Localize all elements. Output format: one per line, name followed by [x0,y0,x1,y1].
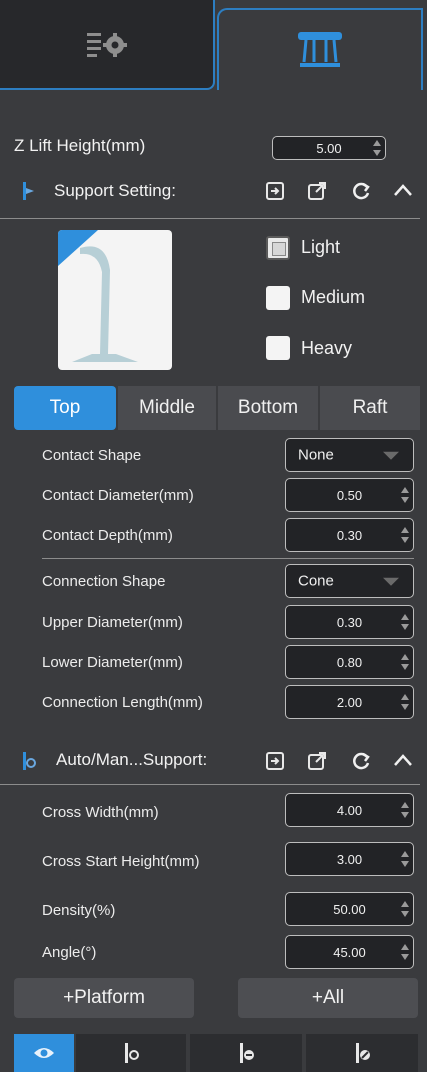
z-lift-stepper[interactable]: 5.00 [272,136,386,160]
cross-start-height-label: Cross Start Height(mm) [42,853,200,870]
contact-depth-value: 0.30 [336,527,363,543]
reset-icon[interactable] [350,750,372,772]
z-lift-value: 5.00 [316,140,342,156]
preset-heavy-label: Heavy [301,338,353,358]
support-point-icon [125,1043,139,1063]
density-value: 50.00 [333,901,366,917]
preset-medium-label: Medium [301,287,366,307]
contact-diameter-label: Contact Diameter(mm) [42,487,194,504]
divider [42,558,414,559]
upper-diameter-stepper[interactable]: 0.30 [285,605,414,639]
z-lift-label: Z Lift Height(mm) [14,136,146,155]
density-label: Density(%) [42,902,116,919]
lower-diameter-stepper[interactable]: 0.80 [285,645,414,679]
dropdown-caret-icon [383,577,399,586]
stepper-arrows-icon[interactable] [401,527,409,543]
export-icon[interactable] [306,180,328,202]
view-tab[interactable] [14,1034,74,1072]
upper-diameter-label: Upper Diameter(mm) [42,614,183,631]
connection-length-label: Connection Length(mm) [42,694,203,711]
preset-medium-checkbox[interactable] [266,286,290,310]
support-pillars-icon [298,32,342,67]
support-remove-tab[interactable] [190,1034,302,1072]
support-edit-tab[interactable] [306,1034,418,1072]
import-icon[interactable] [264,180,286,202]
eye-icon [34,1048,54,1058]
cross-start-height-stepper[interactable]: 3.00 [285,842,414,876]
divider [0,218,420,219]
cross-width-label: Cross Width(mm) [42,804,159,821]
support-tip-icon [23,752,36,770]
reset-icon[interactable] [350,180,372,202]
stepper-arrows-icon[interactable] [401,694,409,710]
cross-width-value: 4.00 [336,802,363,818]
stepper-arrows-icon[interactable] [401,654,409,670]
support-setting-title: Support Setting: [54,181,176,200]
connection-length-stepper[interactable]: 2.00 [285,685,414,719]
contact-shape-value: None [298,446,334,464]
contact-shape-label: Contact Shape [42,447,142,464]
collapse-chevron-icon[interactable] [392,180,414,202]
connection-shape-select[interactable]: Cone [285,564,414,598]
export-icon[interactable] [306,750,328,772]
angle-label: Angle(°) [42,944,97,961]
preset-heavy-checkbox[interactable] [266,336,290,360]
settings-list-icon [86,33,127,57]
connection-length-value: 2.00 [336,694,363,710]
collapse-chevron-icon[interactable] [392,750,414,772]
contact-diameter-value: 0.50 [336,487,363,503]
divider [0,784,420,785]
stepper-arrows-icon[interactable] [401,614,409,630]
connection-shape-value: Cone [298,572,334,590]
connection-shape-label: Connection Shape [42,573,166,590]
cross-start-height-value: 3.00 [336,851,363,867]
lower-diameter-value: 0.80 [336,654,363,670]
angle-stepper[interactable]: 45.00 [285,935,414,969]
auto-support-title: Auto/Man...Support: [56,750,208,769]
contact-depth-label: Contact Depth(mm) [42,527,173,544]
support-edit-icon [356,1043,370,1063]
stepper-arrows-icon[interactable] [373,140,381,156]
dropdown-caret-icon [383,451,399,460]
tab-support[interactable] [217,8,423,90]
stepper-arrows-icon[interactable] [401,944,409,960]
density-stepper[interactable]: 50.00 [285,892,414,926]
upper-diameter-value: 0.30 [336,614,363,630]
preset-light-label: Light [301,237,341,257]
segment-top[interactable]: Top [14,386,116,430]
preset-light-checkbox[interactable] [266,236,290,260]
add-all-button[interactable]: +All [238,978,418,1018]
stepper-arrows-icon[interactable] [401,851,409,867]
stepper-arrows-icon[interactable] [401,802,409,818]
lower-diameter-label: Lower Diameter(mm) [42,654,183,671]
cross-width-stepper[interactable]: 4.00 [285,793,414,827]
stepper-arrows-icon[interactable] [401,901,409,917]
segment-middle[interactable]: Middle [118,386,216,430]
angle-value: 45.00 [333,944,366,960]
tab-print-settings[interactable] [0,0,215,90]
contact-diameter-stepper[interactable]: 0.50 [285,478,414,512]
support-tip-icon [23,182,34,200]
segment-bottom[interactable]: Bottom [218,386,318,430]
segment-raft[interactable]: Raft [320,386,420,430]
contact-shape-select[interactable]: None [285,438,414,472]
import-icon[interactable] [264,750,286,772]
support-add-tab[interactable] [76,1034,186,1072]
add-platform-button[interactable]: +Platform [14,978,194,1018]
support-remove-icon [240,1043,254,1063]
support-preview-image [58,230,172,370]
contact-depth-stepper[interactable]: 0.30 [285,518,414,552]
stepper-arrows-icon[interactable] [401,487,409,503]
